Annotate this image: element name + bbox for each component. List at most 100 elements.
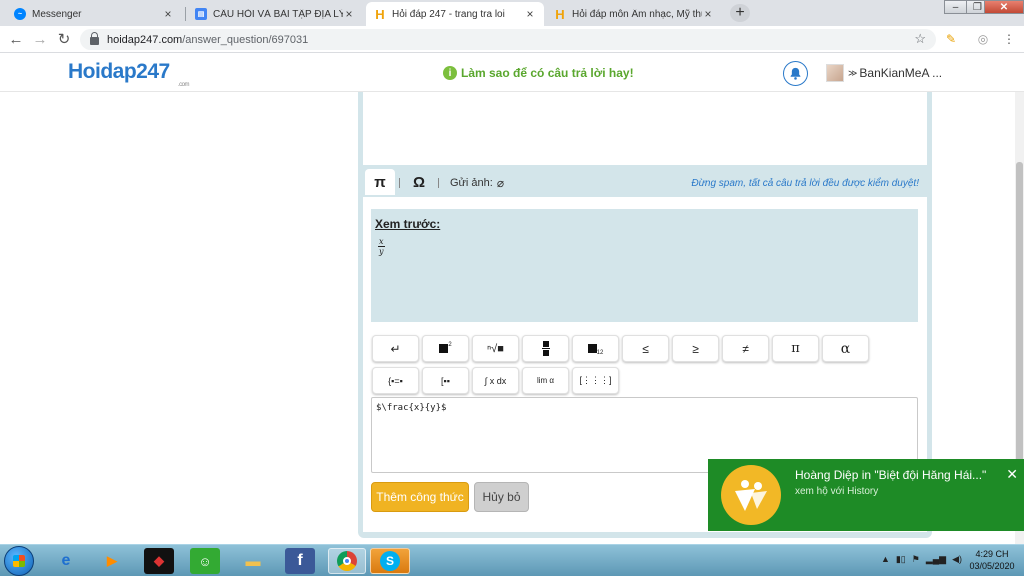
user-menu[interactable]: ≫ BanKianMeA ... [826, 64, 942, 82]
media-player-icon[interactable]: ▶ [97, 548, 127, 574]
send-image-button[interactable]: Gửi ảnh: ⌀ [450, 176, 504, 190]
hoidap-icon: H [375, 6, 385, 22]
answer-text-area[interactable] [363, 92, 927, 165]
notification-title: Hoàng Diệp in "Biệt đội Hăng Hái..." [795, 468, 987, 482]
not-equal-icon: ≠ [742, 341, 749, 356]
enter-icon: ↵ [390, 341, 401, 356]
subscript-icon [587, 344, 597, 353]
chevron-down-icon: ≫ [848, 67, 858, 78]
less-equal-icon: ≤ [642, 341, 649, 356]
math-tab[interactable]: π [365, 169, 395, 195]
skype-icon[interactable]: S [370, 548, 410, 574]
system-equations-button[interactable]: {▪=▪ [372, 367, 419, 394]
preview-fraction: x y [378, 237, 385, 256]
avatar [826, 64, 844, 82]
start-button[interactable] [4, 546, 34, 576]
close-icon[interactable]: × [162, 7, 174, 21]
profile-icon[interactable]: ◎ [976, 32, 990, 46]
fraction-denominator: y [378, 247, 384, 256]
close-icon[interactable]: × [524, 7, 536, 21]
chrome-icon[interactable] [328, 548, 366, 574]
site-logo[interactable]: Hoidap247 .com [68, 60, 190, 88]
signal-icon[interactable]: ▂▄▆ [926, 554, 946, 565]
nth-root-button[interactable]: ⁿ√■ [472, 335, 519, 362]
clock-date: 03/05/2020 [969, 561, 1015, 571]
close-icon[interactable]: ✕ [1006, 466, 1018, 483]
tab-geography[interactable]: ▤ CÂU HỎI VÀ BÀI TẬP ĐỊA LÝ 6 (C × [187, 2, 363, 26]
bell-icon [790, 67, 801, 80]
bookmark-star-icon[interactable]: ☆ [914, 31, 926, 47]
add-formula-button[interactable]: Thêm công thức [371, 482, 469, 512]
lock-icon [90, 32, 99, 45]
less-equal-button[interactable]: ≤ [622, 335, 669, 362]
taskbar-clock[interactable]: 4:29 CH 03/05/2020 [964, 548, 1020, 572]
matrix-bracket-button[interactable]: [▪▪ [422, 367, 469, 394]
root-icon: ⁿ√■ [487, 342, 504, 355]
editor-toolbar: π Ω Gửi ảnh: ⌀ Đừng spam, tất cả câu trả… [363, 167, 927, 197]
close-icon[interactable]: × [343, 7, 355, 21]
send-image-label: Gửi ảnh: [450, 177, 493, 189]
forward-arrow-icon[interactable]: → [31, 30, 49, 48]
greater-equal-button[interactable]: ≥ [672, 335, 719, 362]
menu-dots-icon[interactable]: ⋮ [1002, 32, 1016, 46]
integral-button[interactable]: ∫ x dx [472, 367, 519, 394]
logo-domain: .com [178, 82, 190, 88]
flag-icon[interactable]: ⚑ [912, 554, 920, 565]
answer-tip-link[interactable]: i Làm sao để có câu trả lời hay! [443, 66, 634, 80]
messenger-icon: ~ [14, 8, 26, 20]
facebook-icon[interactable]: f [285, 548, 315, 574]
game-icon[interactable]: ☺ [190, 548, 220, 574]
special-chars-tab[interactable]: Ω [409, 169, 429, 195]
tip-label: Làm sao để có câu trả lời hay! [461, 66, 634, 80]
network-icon[interactable]: ▮▯ [896, 554, 906, 565]
site-header: Hoidap247 .com i Làm sao để có câu trả l… [0, 54, 1024, 92]
paperclip-icon: ⌀ [496, 176, 505, 190]
tab-label: Hỏi đáp môn Âm nhạc, Mỹ thuật [572, 8, 702, 20]
tab-label: Hỏi đáp 247 - trang tra loi [392, 8, 505, 20]
new-tab-button[interactable]: + [730, 4, 750, 22]
notification-bell-button[interactable] [783, 61, 808, 86]
reload-icon[interactable]: ↻ [55, 30, 73, 48]
superscript-button[interactable]: 2 [422, 335, 469, 362]
address-bar[interactable]: hoidap247.com /answer_question/697031 ☆ [80, 29, 936, 50]
url-path: /answer_question/697031 [182, 33, 309, 46]
subscript-button[interactable]: 12 [572, 335, 619, 362]
integral-icon: ∫ x dx [484, 375, 507, 386]
limit-icon: lim α [536, 376, 555, 385]
folder-icon[interactable]: ▬ [238, 548, 268, 574]
limit-button[interactable]: lim α [522, 367, 569, 394]
superscript-icon [439, 344, 449, 353]
notification-subtitle: xem hộ với History [795, 486, 879, 497]
internet-explorer-icon[interactable]: e [51, 548, 81, 574]
volume-icon[interactable]: ◀) [952, 554, 962, 565]
tab-hoidap-music[interactable]: H Hỏi đáp môn Âm nhạc, Mỹ thuật × [546, 2, 722, 26]
garena-icon[interactable]: ◆ [144, 548, 174, 574]
fraction-button[interactable] [522, 335, 569, 362]
cancel-button[interactable]: Hủy bỏ [474, 482, 529, 512]
username: BanKianMeA ... [859, 66, 943, 80]
logo-text: Hoidap247 [68, 60, 170, 83]
not-equal-button[interactable]: ≠ [722, 335, 769, 362]
tab-messenger[interactable]: ~ Messenger × [6, 2, 182, 26]
matrix-button[interactable]: [⋮⋮⋮] [572, 367, 619, 394]
newline-button[interactable]: ↵ [372, 335, 419, 362]
pi-button[interactable]: π [772, 335, 819, 362]
fraction-icon [541, 341, 550, 356]
minimize-button[interactable]: – [944, 0, 967, 14]
group-avatar-icon [721, 465, 781, 525]
alpha-icon: α [840, 340, 851, 357]
window-close-button[interactable]: ✕ [984, 0, 1024, 14]
greater-equal-icon: ≥ [692, 341, 699, 356]
formula-preview: Xem trước: x y [371, 209, 918, 322]
preview-title: Xem trước: [375, 217, 441, 231]
browser-toolbar: ← → ↻ hoidap247.com /answer_question/697… [0, 26, 1024, 53]
back-arrow-icon[interactable]: ← [7, 30, 25, 48]
tab-hoidap-answer[interactable]: H Hỏi đáp 247 - trang tra loi × [366, 2, 544, 26]
browser-tab-strip: ~ Messenger × ▤ CÂU HỎI VÀ BÀI TẬP ĐỊA L… [0, 0, 1024, 26]
show-hidden-icons-icon[interactable]: ▲ [881, 554, 890, 565]
extension-icon[interactable]: ✎ [944, 32, 958, 46]
alpha-button[interactable]: α [822, 335, 869, 362]
close-icon[interactable]: × [702, 7, 714, 21]
notification-toast[interactable]: Hoàng Diệp in "Biệt đội Hăng Hái..." xem… [708, 459, 1024, 531]
system-tray: ▲ ▮▯ ⚑ ▂▄▆ ◀) [881, 554, 962, 565]
